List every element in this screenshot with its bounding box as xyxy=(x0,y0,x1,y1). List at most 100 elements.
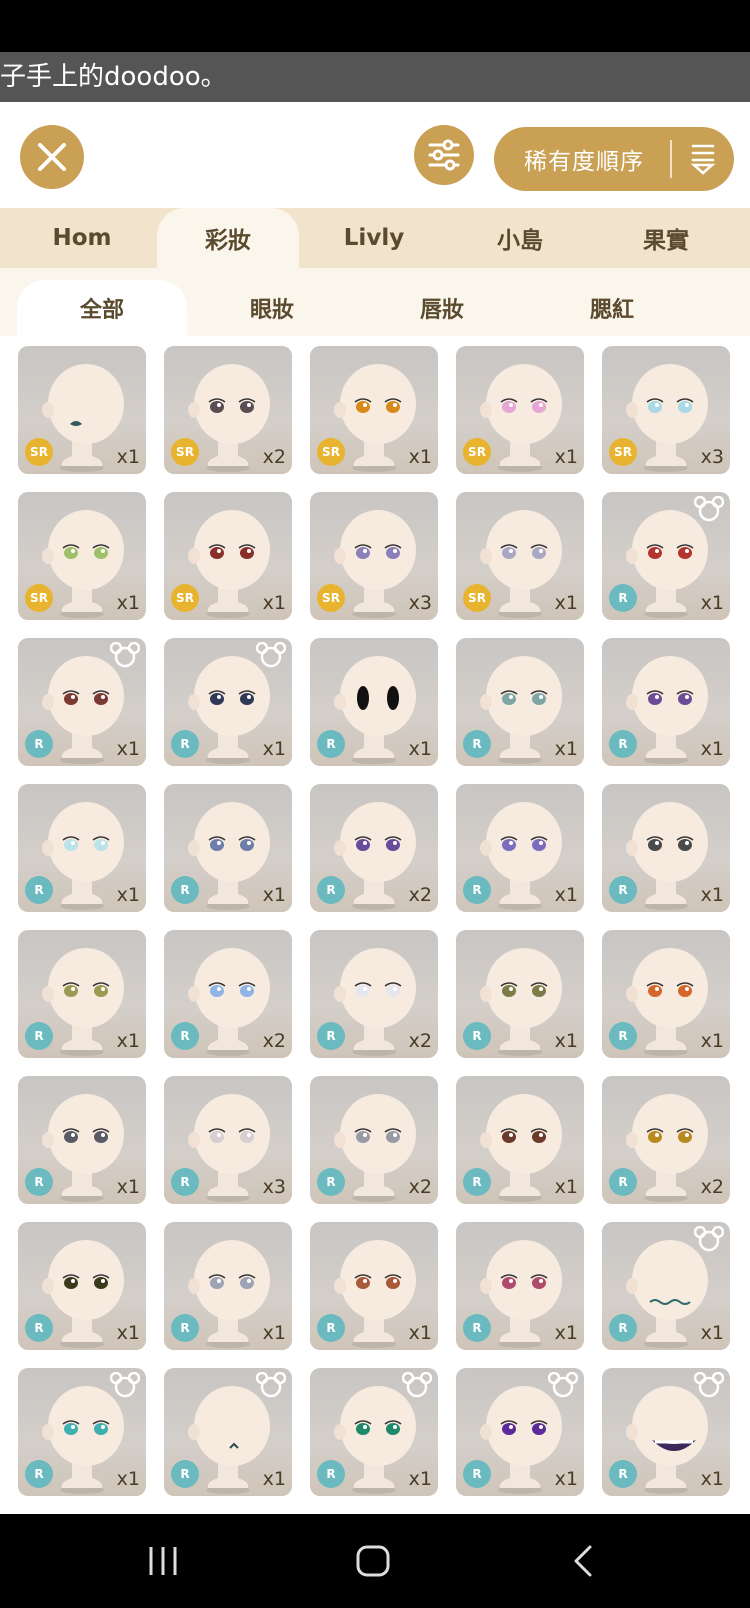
rarity-badge: R xyxy=(317,876,345,904)
item-card[interactable]: Rx1 xyxy=(602,1222,730,1350)
item-card[interactable]: Rx1 xyxy=(310,1368,438,1496)
item-card[interactable]: Rx1 xyxy=(602,638,730,766)
rarity-badge: R xyxy=(463,1460,491,1488)
rarity-badge: SR xyxy=(171,438,199,466)
item-card[interactable]: Rx1 xyxy=(310,638,438,766)
item-card[interactable]: Rx1 xyxy=(456,1222,584,1350)
top-toolbar: 稀有度順序 xyxy=(0,102,750,208)
rarity-badge: R xyxy=(317,1460,345,1488)
item-card[interactable]: Rx3 xyxy=(164,1076,292,1204)
item-card[interactable]: Rx1 xyxy=(164,1222,292,1350)
item-card[interactable]: SR x1 xyxy=(456,492,584,620)
item-card[interactable]: SR x1 xyxy=(164,492,292,620)
item-card[interactable]: SR x3 xyxy=(310,492,438,620)
item-card[interactable]: Rx2 xyxy=(310,784,438,912)
category-tabs: Hom 彩妝 Livly 小島 果實 xyxy=(0,208,750,268)
item-count: x1 xyxy=(262,1468,286,1490)
bear-icon xyxy=(694,1372,724,1398)
rarity-badge: SR xyxy=(25,438,53,466)
item-card[interactable]: SR x1 xyxy=(18,492,146,620)
item-count: x1 xyxy=(116,1468,140,1490)
item-card[interactable]: Rx1 xyxy=(164,1368,292,1496)
item-count: x1 xyxy=(554,1468,578,1490)
item-card[interactable]: SR x1 xyxy=(456,346,584,474)
item-card[interactable]: Rx1 xyxy=(456,1368,584,1496)
bear-icon xyxy=(402,1372,432,1398)
item-count: x1 xyxy=(554,884,578,906)
item-count: x1 xyxy=(554,1030,578,1052)
item-card[interactable]: Rx1 xyxy=(310,1222,438,1350)
item-card[interactable]: SR x2 xyxy=(164,346,292,474)
item-count: x1 xyxy=(116,1030,140,1052)
item-card[interactable]: SR x1 xyxy=(310,346,438,474)
item-card[interactable]: Rx1 xyxy=(18,784,146,912)
bear-icon xyxy=(110,1372,140,1398)
item-card[interactable]: Rx1 xyxy=(164,784,292,912)
item-card[interactable]: Rx1 xyxy=(456,784,584,912)
tab-blush[interactable]: 腮紅 xyxy=(527,280,697,336)
tab-island[interactable]: 小島 xyxy=(450,208,590,268)
item-count: x1 xyxy=(554,1176,578,1198)
home-icon[interactable] xyxy=(343,1540,403,1582)
item-card[interactable]: Rx2 xyxy=(310,930,438,1058)
item-card[interactable]: Rx2 xyxy=(164,930,292,1058)
rarity-badge: R xyxy=(171,1460,199,1488)
tab-livly[interactable]: Livly xyxy=(304,208,444,268)
rarity-badge: R xyxy=(171,1314,199,1342)
rarity-badge: R xyxy=(25,1460,53,1488)
item-card[interactable]: Rx1 xyxy=(18,930,146,1058)
sort-button[interactable]: 稀有度順序 xyxy=(494,127,734,191)
item-picker: 稀有度順序 Hom 彩妝 Livly 小島 果實 全部 眼妝 唇妝 腮紅 SR x… xyxy=(0,102,750,1514)
item-card[interactable]: Rx1 xyxy=(602,492,730,620)
rarity-badge: R xyxy=(25,1022,53,1050)
item-count: x1 xyxy=(116,1322,140,1344)
rarity-badge: R xyxy=(171,730,199,758)
item-card[interactable]: SR x1 xyxy=(18,346,146,474)
item-count: x1 xyxy=(262,592,286,614)
tab-eye-makeup[interactable]: 眼妝 xyxy=(187,280,357,336)
close-button[interactable] xyxy=(20,125,84,189)
item-card[interactable]: Rx1 xyxy=(602,930,730,1058)
item-card[interactable]: Rx1 xyxy=(456,1076,584,1204)
item-count: x1 xyxy=(554,738,578,760)
item-count: x1 xyxy=(116,592,140,614)
bear-icon xyxy=(256,642,286,668)
rarity-badge: SR xyxy=(25,584,53,612)
tab-lip-makeup[interactable]: 唇妝 xyxy=(357,280,527,336)
item-count: x1 xyxy=(408,1322,432,1344)
tab-makeup[interactable]: 彩妝 xyxy=(157,208,299,268)
item-card[interactable]: Rx1 xyxy=(602,784,730,912)
bear-icon xyxy=(548,1372,578,1398)
rarity-badge: R xyxy=(463,730,491,758)
item-card[interactable]: Rx1 xyxy=(18,1076,146,1204)
item-card[interactable]: Rx1 xyxy=(602,1368,730,1496)
item-card[interactable]: Rx1 xyxy=(164,638,292,766)
item-count: x1 xyxy=(116,884,140,906)
rarity-badge: R xyxy=(463,876,491,904)
rarity-badge: R xyxy=(609,876,637,904)
rarity-badge: R xyxy=(609,1022,637,1050)
item-card[interactable]: Rx1 xyxy=(18,1222,146,1350)
filter-button[interactable] xyxy=(414,125,474,185)
back-icon[interactable] xyxy=(553,1540,613,1582)
bear-icon xyxy=(694,496,724,522)
close-icon xyxy=(38,143,66,171)
item-count: x3 xyxy=(262,1176,286,1198)
tab-hom[interactable]: Hom xyxy=(12,208,152,268)
recent-apps-icon[interactable] xyxy=(133,1540,193,1582)
rarity-badge: R xyxy=(25,1168,53,1196)
item-card[interactable]: Rx2 xyxy=(602,1076,730,1204)
item-card[interactable]: Rx1 xyxy=(456,930,584,1058)
item-card[interactable]: SR x3 xyxy=(602,346,730,474)
item-card[interactable]: Rx1 xyxy=(18,638,146,766)
item-card[interactable]: Rx1 xyxy=(456,638,584,766)
rarity-badge: R xyxy=(463,1022,491,1050)
item-count: x1 xyxy=(700,1030,724,1052)
rarity-badge: R xyxy=(317,1168,345,1196)
bear-icon xyxy=(694,1226,724,1252)
tab-all[interactable]: 全部 xyxy=(17,280,187,336)
item-card[interactable]: Rx1 xyxy=(18,1368,146,1496)
item-card[interactable]: Rx2 xyxy=(310,1076,438,1204)
item-count: x2 xyxy=(262,446,286,468)
tab-fruit[interactable]: 果實 xyxy=(596,208,736,268)
